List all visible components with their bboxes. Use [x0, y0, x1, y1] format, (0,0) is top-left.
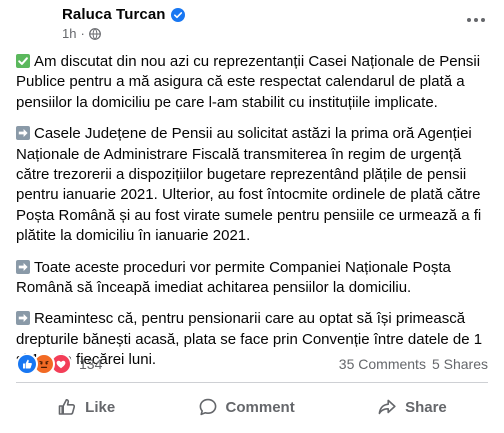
divider [16, 382, 488, 383]
facebook-post: Raluca Turcan 1h · Am discutat din nou a… [0, 0, 504, 433]
post-header: Raluca Turcan 1h · [16, 0, 496, 48]
speech-bubble-icon [198, 397, 218, 417]
comment-button[interactable]: Comment [168, 391, 325, 423]
right-arrow-emoji-icon [16, 126, 30, 141]
share-label: Share [405, 398, 447, 416]
post-timestamp[interactable]: 1h [62, 26, 76, 41]
post-meta: 1h · [62, 26, 101, 41]
comment-label: Comment [225, 398, 295, 416]
author-row: Raluca Turcan [62, 6, 185, 23]
meta-separator: · [80, 26, 85, 41]
more-dot-1 [467, 18, 471, 22]
post-actions: Like Comment Share [16, 388, 488, 426]
shares-count-link[interactable]: 5 Shares [432, 356, 488, 372]
like-reaction-icon [16, 353, 38, 375]
avatar[interactable] [16, 4, 56, 44]
reactions-summary[interactable]: 134 [16, 353, 102, 375]
paragraph-text: Toate aceste proceduri vor permite Compa… [16, 258, 451, 297]
check-mark-emoji-icon [16, 54, 30, 68]
share-arrow-icon [377, 397, 397, 417]
post-paragraph: Casele Județene de Pensii au solicitat a… [16, 124, 486, 246]
more-dot-3 [481, 18, 485, 22]
more-options-icon[interactable] [462, 10, 490, 30]
thumbs-up-icon [57, 397, 77, 417]
post-paragraph: Am discutat din nou azi cu reprezentanți… [16, 52, 486, 113]
comments-count-link[interactable]: 35 Comments [339, 356, 426, 372]
post-stats: 134 35 Comments 5 Shares [16, 352, 488, 376]
paragraph-text: Am discutat din nou azi cu reprezentanți… [16, 53, 481, 111]
globe-icon[interactable] [88, 27, 101, 40]
right-arrow-emoji-icon [16, 311, 30, 326]
post-paragraph: Toate aceste proceduri vor permite Compa… [16, 258, 486, 299]
verified-badge-icon [170, 7, 185, 22]
like-button[interactable]: Like [27, 391, 145, 423]
reaction-count: 134 [79, 356, 103, 372]
share-button[interactable]: Share [347, 391, 477, 423]
like-label: Like [85, 398, 116, 416]
paragraph-text: Casele Județene de Pensii au solicitat a… [16, 125, 482, 245]
more-dot-2 [474, 18, 478, 22]
engagement-counts: 35 Comments 5 Shares [339, 356, 488, 372]
post-body: Am discutat din nou azi cu reprezentanți… [16, 52, 486, 382]
right-arrow-emoji-icon [16, 259, 30, 274]
author-name[interactable]: Raluca Turcan [62, 6, 166, 23]
